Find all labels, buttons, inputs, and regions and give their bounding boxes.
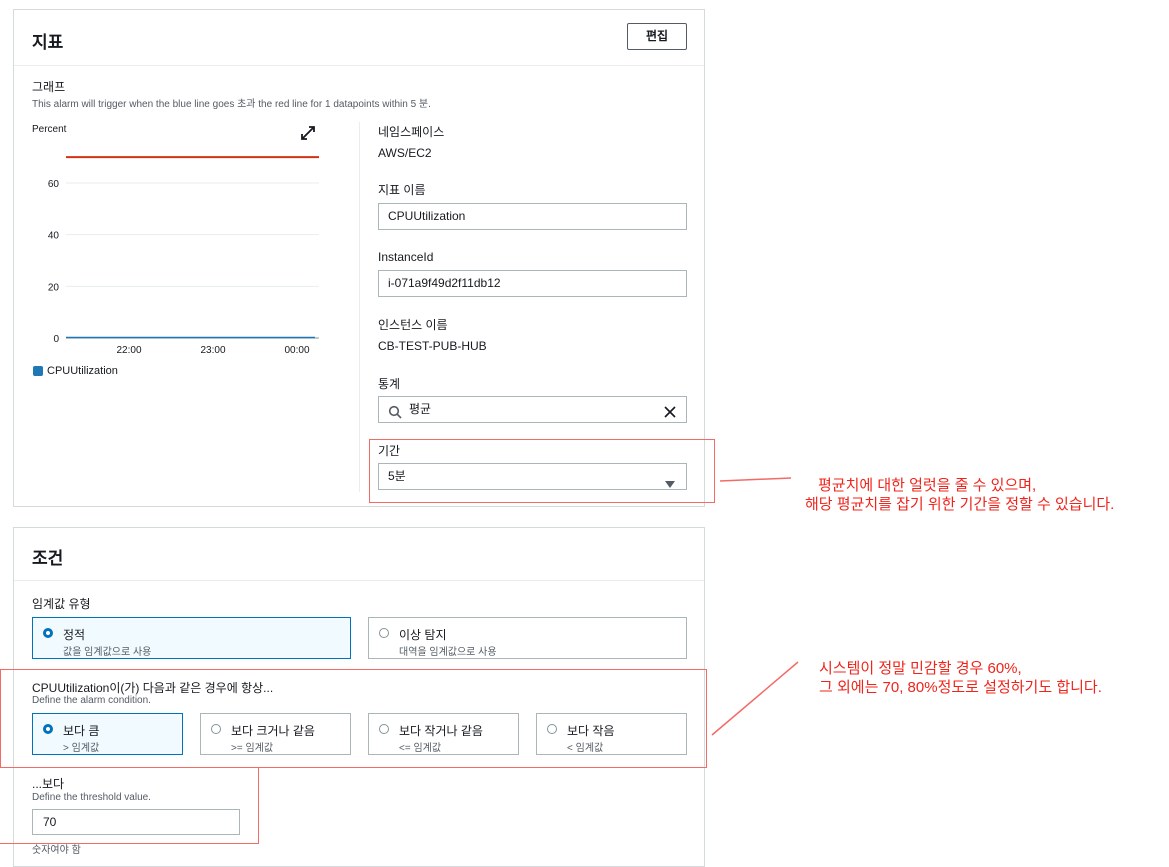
- annotation-note-period-line1: 평균치에 대한 얼럿을 줄 수 있으며,: [818, 477, 1037, 494]
- annotation-note-period-line2: 해당 평균치를 잡기 위한 기간을 정할 수 있습니다.: [805, 496, 1115, 513]
- annotation-connectors: [711, 477, 799, 736]
- annotation-note-threshold-line1: 시스템이 정말 민감할 경우 60%,: [819, 660, 1022, 677]
- annotation-note-threshold-line2: 그 외에는 70, 80%정도로 설정하기도 합니다.: [819, 679, 1102, 696]
- annotation-note-threshold: 시스템이 정말 민감할 경우 60%, 그 외에는 70, 80%정도로 설정하…: [819, 659, 1102, 697]
- annotation-note-period: 평균치에 대한 얼럿을 줄 수 있으며, 해당 평균치를 잡기 위한 기간을 정…: [805, 476, 1114, 514]
